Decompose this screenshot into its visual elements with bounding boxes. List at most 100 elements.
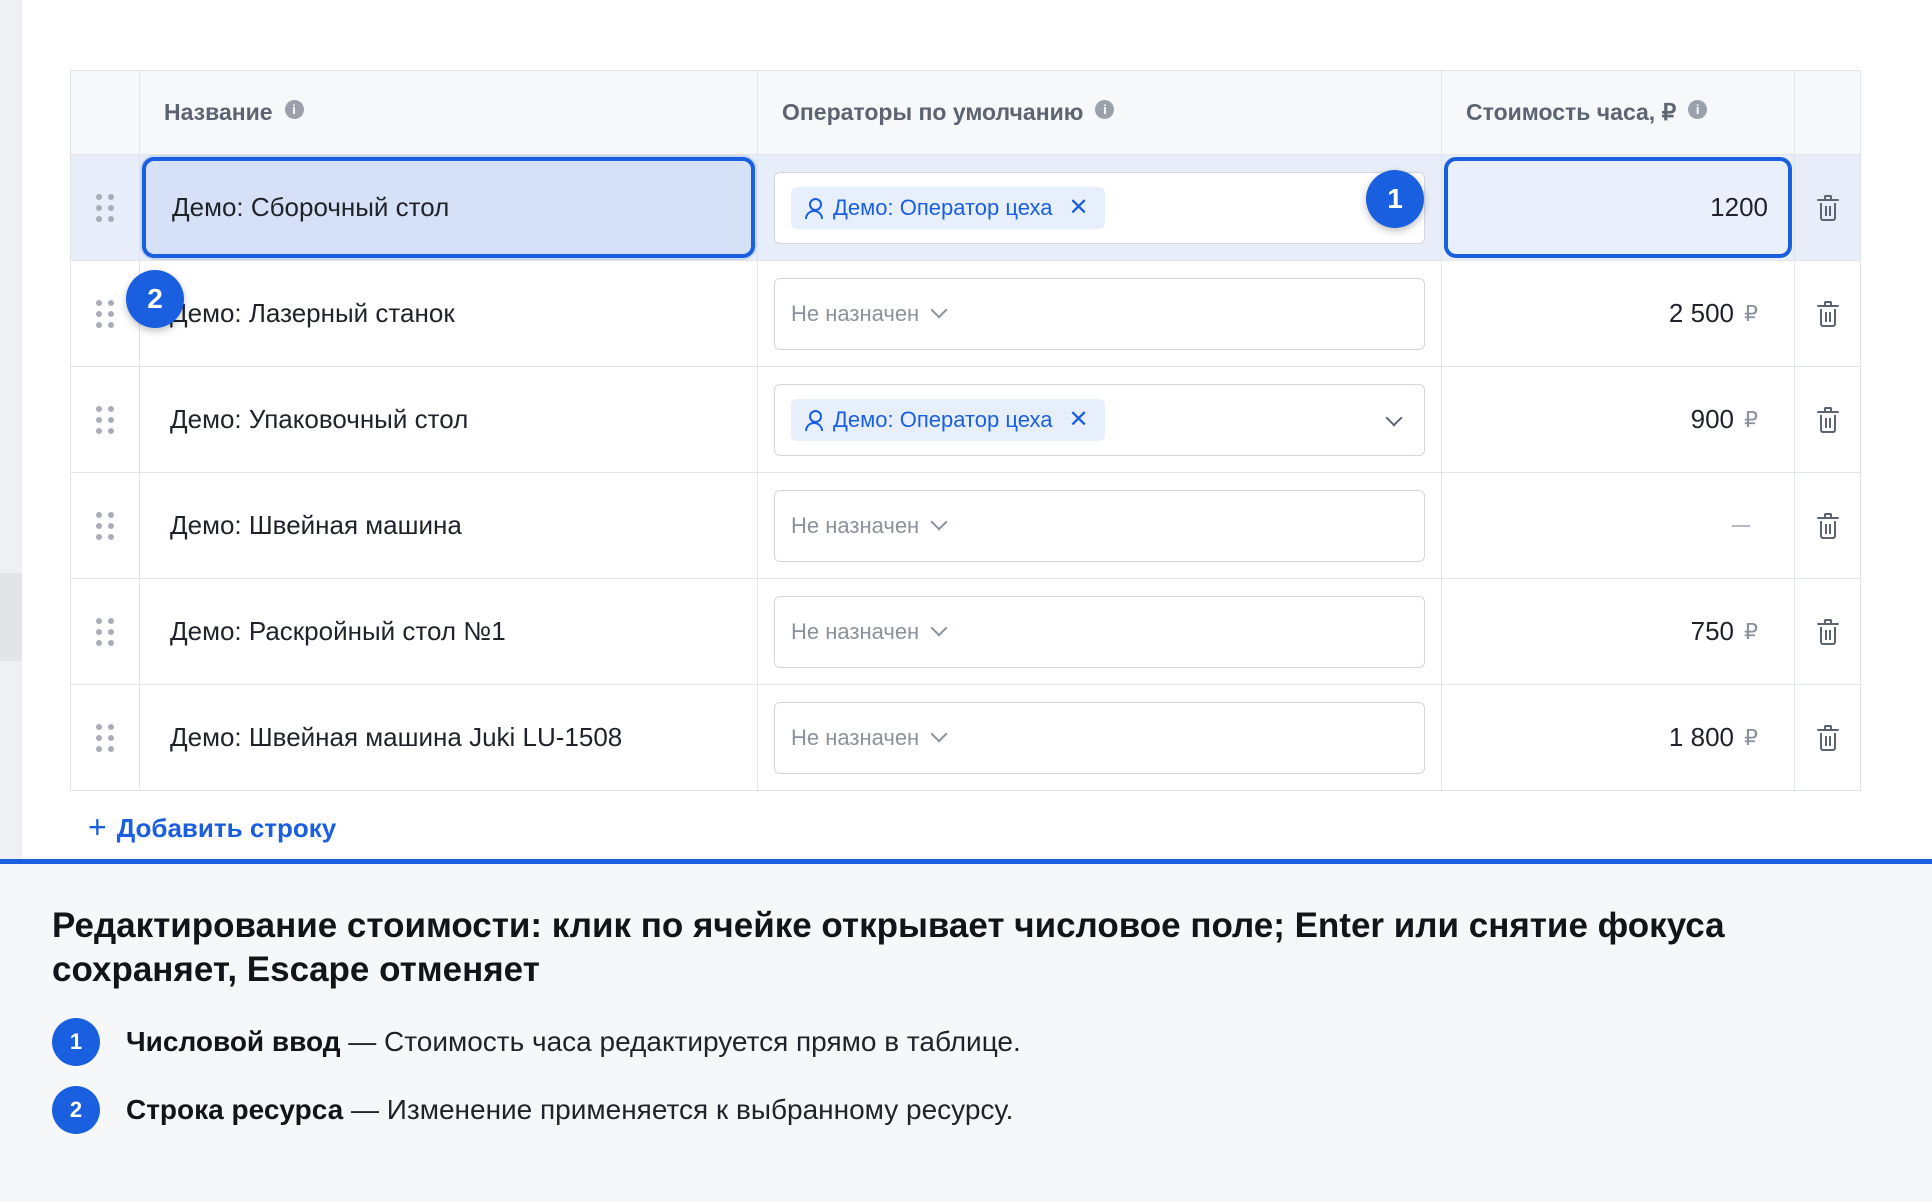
legend-badge: 2 — [52, 1086, 100, 1134]
name-value: Демо: Швейная машина Juki LU-1508 — [170, 722, 623, 752]
legend-desc: — Стоимость часа редактируется прямо в т… — [340, 1026, 1021, 1057]
cost-cell[interactable]: 900 ₽ — [1442, 367, 1795, 472]
add-row-button[interactable]: + Добавить строку — [88, 809, 337, 845]
operators-placeholder: Не назначен — [791, 512, 920, 538]
legend-badge: 1 — [52, 1018, 100, 1066]
header-name: Название i — [140, 71, 758, 154]
table-row[interactable]: Демо: Швейная машина Juki LU-1508 Не наз… — [71, 684, 1860, 790]
drag-handle[interactable] — [71, 473, 140, 578]
operators-select[interactable]: Демо: Оператор цеха ✕ — [774, 383, 1425, 456]
info-icon[interactable]: i — [1095, 100, 1115, 119]
legend-item: 2 Строка ресурса — Изменение применяется… — [52, 1086, 1013, 1134]
drag-handle-icon — [96, 193, 114, 222]
name-input[interactable]: Демо: Сборочный стол — [142, 157, 755, 258]
drag-handle-icon — [96, 511, 114, 540]
table-header: Название i Операторы по умолчанию i Стои… — [71, 71, 1860, 154]
operators-select[interactable]: Демо: Оператор цеха ✕ — [774, 171, 1425, 244]
callout-marker-2: 2 — [126, 270, 184, 328]
cost-input[interactable]: 1200 — [1444, 157, 1792, 258]
drag-handle[interactable] — [71, 155, 140, 260]
header-drag-col — [71, 71, 140, 154]
trash-icon[interactable] — [1816, 194, 1839, 221]
operators-cell: Демо: Оператор цеха ✕ — [758, 367, 1442, 472]
header-name-label: Название — [164, 99, 273, 125]
delete-cell — [1795, 261, 1860, 366]
resources-table: Название i Операторы по умолчанию i Стои… — [70, 70, 1861, 791]
info-icon[interactable]: i — [1688, 100, 1708, 119]
name-value: Демо: Швейная машина — [170, 510, 462, 540]
operators-cell: Не назначен — [758, 261, 1442, 366]
user-icon — [805, 409, 823, 431]
operators-placeholder: Не назначен — [791, 618, 920, 644]
annotation-footer: Редактирование стоимости: клик по ячейке… — [0, 864, 1932, 1202]
trash-icon[interactable] — [1816, 406, 1839, 433]
delete-cell — [1795, 367, 1860, 472]
name-cell[interactable]: Демо: Швейная машина — [140, 473, 758, 578]
name-cell[interactable]: Демо: Упаковочный стол — [140, 367, 758, 472]
drag-handle[interactable] — [71, 685, 140, 790]
operators-select[interactable]: Не назначен — [774, 595, 1425, 668]
name-cell[interactable]: Демо: Швейная машина Juki LU-1508 — [140, 685, 758, 790]
trash-icon[interactable] — [1816, 618, 1839, 645]
trash-icon[interactable] — [1816, 724, 1839, 751]
cost-input-value: 1200 — [1710, 192, 1768, 222]
currency-sign: ₽ — [1744, 724, 1758, 750]
operators-select[interactable]: Не назначен — [774, 489, 1425, 562]
footer-title: Редактирование стоимости: клик по ячейке… — [52, 906, 1725, 989]
table-row[interactable]: Демо: Швейная машина Не назначен — [71, 472, 1860, 578]
add-row-label: Добавить строку — [116, 812, 337, 843]
header-operators: Операторы по умолчанию i — [758, 71, 1442, 154]
info-icon[interactable]: i — [284, 100, 304, 119]
user-icon — [805, 197, 823, 219]
plus-icon: + — [88, 809, 107, 845]
drag-handle-icon — [96, 617, 114, 646]
table-row[interactable]: Демо: Упаковочный стол Демо: Оператор це… — [71, 366, 1860, 472]
cost-cell[interactable]: 2 500 ₽ — [1442, 261, 1795, 366]
name-value: Демо: Раскройный стол №1 — [170, 616, 506, 646]
name-value: Демо: Сборочный стол — [172, 192, 450, 222]
operator-tag-label: Демо: Оператор цеха — [833, 194, 1053, 220]
trash-icon[interactable] — [1816, 512, 1839, 539]
delete-cell — [1795, 473, 1860, 578]
chevron-down-icon — [930, 619, 948, 636]
table-row[interactable]: Демо: Раскройный стол №1 Не назначен 750… — [71, 578, 1860, 684]
drag-handle-icon — [96, 405, 114, 434]
cost-cell[interactable]: 1200 — [1442, 155, 1795, 260]
operators-select[interactable]: Не назначен — [774, 277, 1425, 350]
drag-handle[interactable] — [71, 367, 140, 472]
left-panel-handle[interactable] — [0, 573, 22, 661]
cost-cell[interactable]: 1 800 ₽ — [1442, 685, 1795, 790]
operators-cell: Демо: Оператор цеха ✕ — [758, 155, 1442, 260]
empty-value-dash — [1732, 524, 1750, 527]
legend-desc: — Изменение применяется к выбранному рес… — [343, 1094, 1014, 1125]
cost-value: 1 800 — [1668, 722, 1734, 752]
currency-sign: ₽ — [1744, 300, 1758, 326]
chevron-down-icon[interactable] — [1385, 409, 1403, 426]
table-row[interactable]: Демо: Сборочный стол Демо: Оператор цеха… — [71, 154, 1860, 260]
operators-cell: Не назначен — [758, 579, 1442, 684]
cost-cell[interactable]: 750 ₽ — [1442, 579, 1795, 684]
name-cell[interactable]: Демо: Лазерный станок — [140, 261, 758, 366]
left-panel-edge — [0, 0, 22, 860]
drag-handle[interactable] — [71, 579, 140, 684]
delete-cell — [1795, 155, 1860, 260]
operator-tag: Демо: Оператор цеха ✕ — [791, 398, 1105, 441]
chevron-down-icon — [930, 725, 948, 742]
operator-tag: Демо: Оператор цеха ✕ — [791, 186, 1105, 229]
operators-cell: Не назначен — [758, 473, 1442, 578]
name-cell[interactable]: Демо: Сборочный стол — [140, 155, 758, 260]
operators-select[interactable]: Не назначен — [774, 701, 1425, 774]
tag-remove-icon[interactable]: ✕ — [1068, 407, 1088, 432]
cost-cell[interactable] — [1442, 473, 1795, 578]
operator-tag-label: Демо: Оператор цеха — [833, 406, 1053, 432]
header-actions-col — [1795, 71, 1860, 154]
currency-sign: ₽ — [1744, 406, 1758, 432]
legend-term: Числовой ввод — [126, 1026, 341, 1057]
delete-cell — [1795, 685, 1860, 790]
legend-item: 1 Числовой ввод — Стоимость часа редакти… — [52, 1018, 1021, 1066]
tag-remove-icon[interactable]: ✕ — [1068, 195, 1088, 220]
table-row[interactable]: Демо: Лазерный станок Не назначен 2 500 … — [71, 260, 1860, 366]
name-cell[interactable]: Демо: Раскройный стол №1 — [140, 579, 758, 684]
trash-icon[interactable] — [1816, 300, 1839, 327]
delete-cell — [1795, 579, 1860, 684]
